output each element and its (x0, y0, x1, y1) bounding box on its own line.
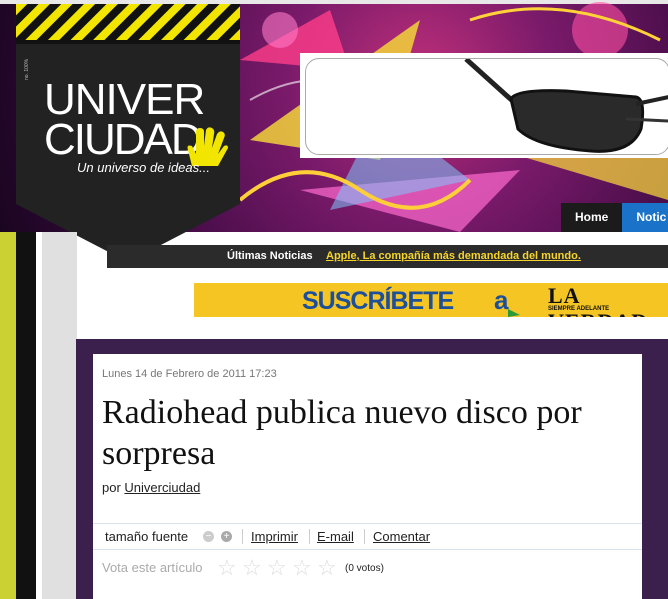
star-icon[interactable]: ☆ (217, 557, 242, 579)
rating-stars: ☆ ☆ ☆ ☆ ☆ (217, 557, 342, 579)
logo-fineprint: no. 100% (24, 58, 30, 80)
left-stripe-yellow (0, 232, 16, 599)
left-stripe-black (16, 232, 36, 599)
author-link[interactable]: Univerciudad (124, 480, 200, 495)
star-icon[interactable]: ☆ (267, 557, 292, 579)
nav-noticias[interactable]: Notic (622, 203, 668, 232)
news-ticker: Últimas Noticias Apple, La compañía más … (107, 245, 668, 268)
logo-tagline: Un universo de ideas... (77, 160, 210, 175)
vote-label: Vota este artículo (102, 560, 203, 575)
font-size-label: tamaño fuente (105, 529, 189, 544)
article-byline: por Univerciudad (102, 480, 200, 495)
email-link[interactable]: E-mail (317, 524, 354, 549)
sunglasses-image (464, 57, 668, 153)
star-icon[interactable]: ☆ (317, 557, 342, 579)
toolbar-separator (309, 529, 310, 544)
toolbar-separator (364, 529, 365, 544)
nav-home[interactable]: Home (561, 203, 623, 232)
article-card: Lunes 14 de Febrero de 2011 17:23 Radioh… (93, 354, 642, 599)
ticker-headline-link[interactable]: Apple, La compañía más demandada del mun… (326, 245, 581, 268)
subscribe-banner[interactable]: SUSCRÍBETE a LA VERDAD SIEMPRE ADELANTE (194, 283, 668, 317)
subscribe-brand-tagline: SIEMPRE ADELANTE (548, 306, 610, 312)
logo-text-line2[interactable]: CIUDAD (44, 118, 203, 162)
cursor-arrow-icon (508, 309, 520, 317)
main-nav: Home Notic (561, 203, 668, 232)
article-date: Lunes 14 de Febrero de 2011 17:23 (102, 368, 277, 380)
vote-count: (0 votos) (345, 563, 384, 574)
comment-link[interactable]: Comentar (373, 524, 430, 549)
star-icon[interactable]: ☆ (242, 557, 267, 579)
star-icon[interactable]: ☆ (292, 557, 317, 579)
font-decrease-icon[interactable]: − (203, 531, 214, 542)
subscribe-text: SUSCRÍBETE (302, 287, 454, 315)
left-stripe-gray (42, 232, 77, 599)
font-increase-icon[interactable]: + (221, 531, 232, 542)
toolbar-separator (242, 529, 243, 544)
byline-prefix: por (102, 480, 121, 495)
ad-banner[interactable] (305, 57, 668, 155)
article-title: Radiohead publica nuevo disco por sorpre… (102, 394, 582, 472)
print-link[interactable]: Imprimir (251, 524, 298, 549)
article-toolbar: tamaño fuente − + Imprimir E-mail Coment… (93, 523, 642, 550)
ticker-label: Últimas Noticias (227, 250, 313, 262)
